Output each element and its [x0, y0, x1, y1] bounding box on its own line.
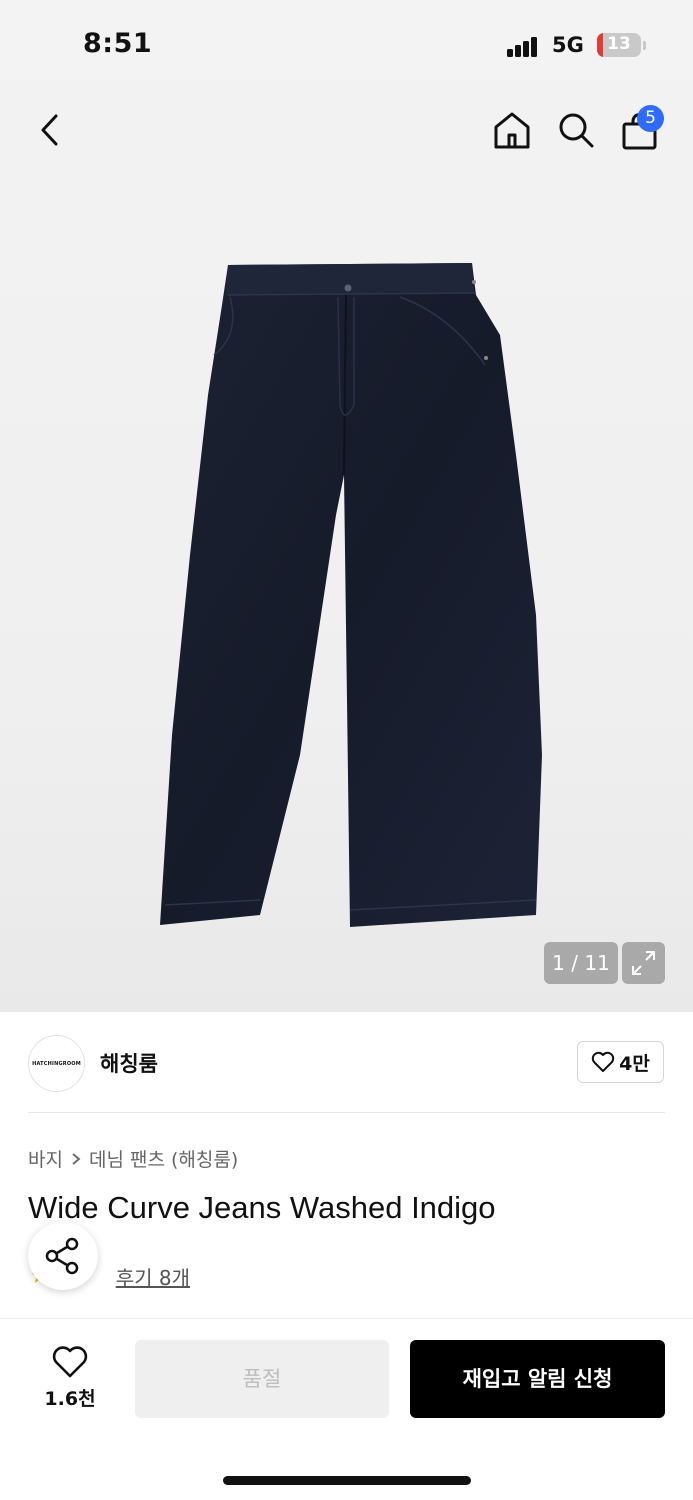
- cart-count-badge: 5: [637, 105, 664, 132]
- heart-icon: [591, 1051, 615, 1072]
- wish-count: 1.6천: [44, 1388, 96, 1410]
- brand-logo[interactable]: HATCHINGROOM: [28, 1035, 85, 1092]
- image-counter: 1 / 11: [544, 942, 618, 984]
- share-button[interactable]: [28, 1222, 98, 1290]
- product-image: [160, 263, 542, 927]
- brand-like-count: 4만: [619, 1052, 650, 1075]
- divider: [0, 1318, 693, 1319]
- share-icon: [45, 1237, 79, 1275]
- breadcrumb-subcategory[interactable]: 데님 팬츠 (해칭룸): [89, 1145, 238, 1172]
- product-title: Wide Curve Jeans Washed Indigo: [28, 1190, 496, 1225]
- signal-icon: [507, 37, 537, 57]
- soldout-button: 품절: [135, 1340, 389, 1418]
- restock-alert-button[interactable]: 재입고 알림 신청: [410, 1340, 665, 1418]
- expand-button[interactable]: [622, 942, 665, 984]
- battery-icon: 13: [597, 33, 641, 57]
- review-link[interactable]: 후기 8개: [116, 1262, 190, 1291]
- chevron-right-icon: [72, 1152, 81, 1165]
- divider: [28, 1112, 665, 1113]
- heart-icon[interactable]: [52, 1345, 88, 1379]
- expand-icon: [632, 951, 655, 975]
- battery-level: 13: [607, 34, 631, 54]
- network-type: 5G: [552, 33, 584, 57]
- home-icon[interactable]: [492, 110, 532, 150]
- brand-name[interactable]: 해칭룸: [100, 1048, 158, 1078]
- breadcrumb-category[interactable]: 바지: [28, 1145, 63, 1172]
- brand-like-button[interactable]: 4만: [577, 1041, 664, 1083]
- brand-logo-text: HATCHINGROOM: [32, 1060, 81, 1067]
- status-time: 8:51: [83, 28, 153, 59]
- home-indicator: [223, 1476, 471, 1485]
- breadcrumb: 바지 데님 팬츠 (해칭룸): [28, 1145, 238, 1172]
- search-icon[interactable]: [556, 110, 596, 150]
- chevron-left-icon[interactable]: [36, 112, 66, 148]
- product-image-gallery[interactable]: 8:51 5G 13 5 1 / 11: [0, 0, 693, 1012]
